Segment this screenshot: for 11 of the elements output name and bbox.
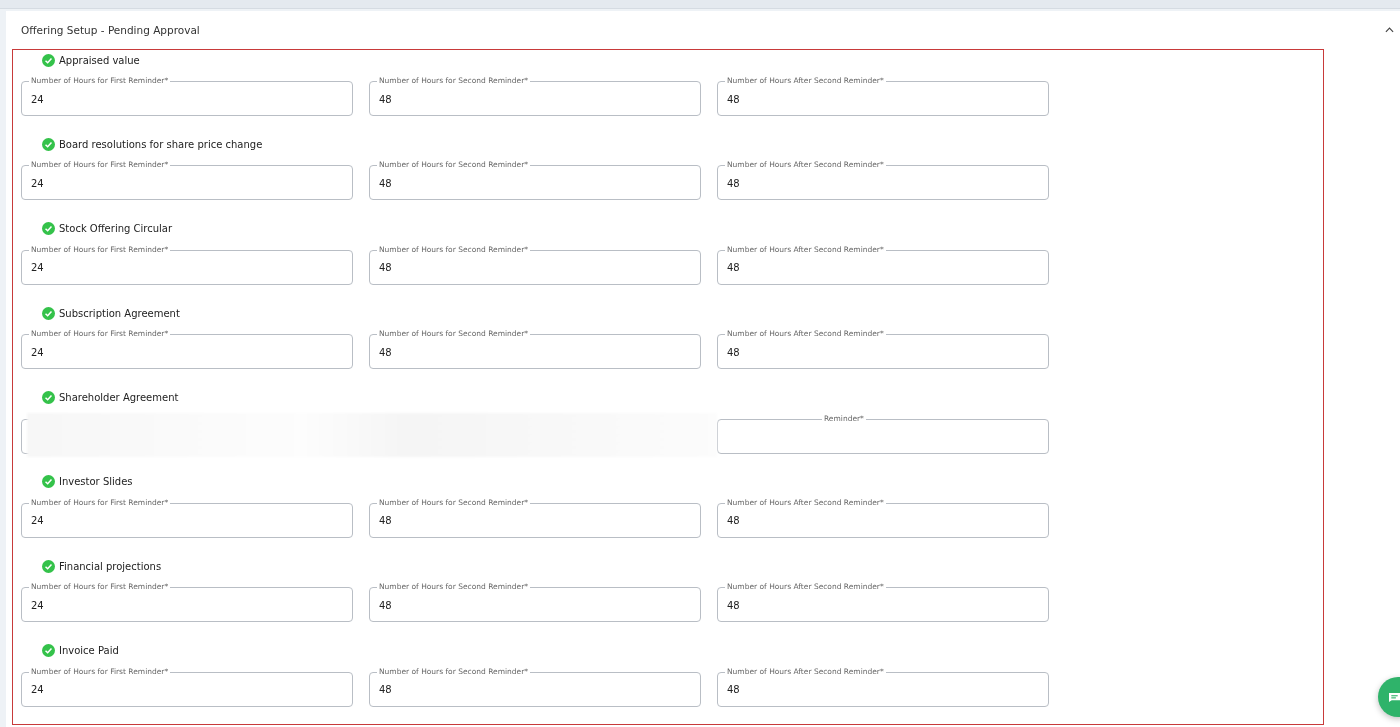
section-title: Invoice Paid — [59, 645, 119, 657]
section-title: Appraised value — [59, 54, 140, 66]
section-title: Financial projections — [59, 560, 162, 572]
section-title: Subscription Agreement — [59, 307, 180, 319]
caret-icon[interactable] — [1385, 27, 1394, 33]
section-title: Stock Offering Circular — [59, 223, 173, 235]
chat-icon — [1388, 691, 1400, 703]
section-title: Board resolutions for share price change — [59, 138, 263, 150]
section-title: Investor Slides — [59, 476, 133, 488]
section-title: Shareholder Agreement — [59, 392, 179, 404]
panel-title: Offering Setup - Pending Approval — [21, 24, 200, 36]
